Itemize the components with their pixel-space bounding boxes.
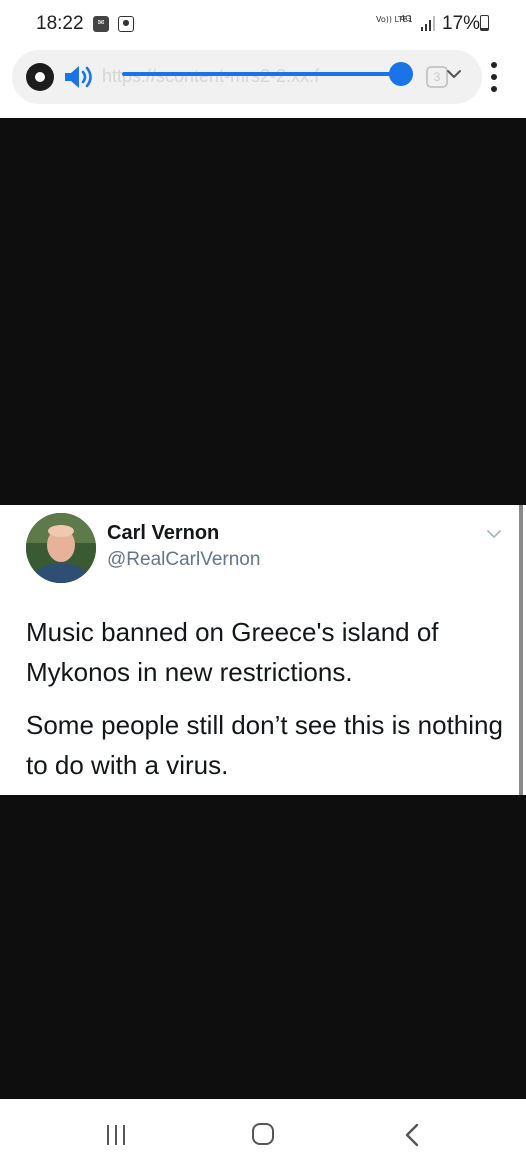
chevron-down-icon[interactable] bbox=[485, 527, 503, 541]
volume-icon[interactable] bbox=[63, 64, 97, 90]
avatar bbox=[26, 513, 96, 583]
tweet-text-paragraph: Music banned on Greece's island of Mykon… bbox=[26, 617, 439, 687]
tabs-count-button[interactable]: 3 bbox=[426, 66, 448, 88]
image-background-bottom bbox=[0, 795, 526, 1099]
volume-slider-track[interactable] bbox=[122, 72, 401, 76]
site-info-icon[interactable] bbox=[26, 63, 54, 91]
recent-apps-icon[interactable] bbox=[105, 1125, 127, 1145]
handle[interactable]: @RealCarlVernon bbox=[107, 549, 260, 571]
signal-icon bbox=[421, 15, 435, 31]
volume-slider-thumb[interactable] bbox=[389, 62, 413, 86]
more-vert-icon[interactable] bbox=[488, 60, 500, 94]
avatar-image bbox=[26, 513, 96, 583]
back-icon[interactable] bbox=[402, 1122, 422, 1148]
display-name[interactable]: Carl Vernon bbox=[107, 522, 219, 545]
status-bar: 18:22 ✉ ● Vo)) LTE1 4G 17% bbox=[0, 0, 526, 50]
chevron-down-icon[interactable] bbox=[446, 66, 462, 82]
record-notification-icon: ● bbox=[118, 16, 134, 32]
home-icon[interactable] bbox=[252, 1123, 274, 1145]
tweet-text-paragraph: Some people still don’t see this is noth… bbox=[26, 710, 503, 780]
url-text[interactable]: https://scontent-mrs2-2.xx.f bbox=[102, 66, 342, 87]
battery-icon bbox=[480, 15, 489, 31]
scrollbar[interactable] bbox=[519, 505, 523, 795]
status-time: 18:22 bbox=[36, 13, 84, 34]
network-type-label: 4G bbox=[400, 14, 412, 23]
message-notification-icon: ✉ bbox=[93, 16, 109, 32]
image-background-top bbox=[0, 118, 526, 505]
battery-percent: 17% bbox=[442, 13, 481, 34]
